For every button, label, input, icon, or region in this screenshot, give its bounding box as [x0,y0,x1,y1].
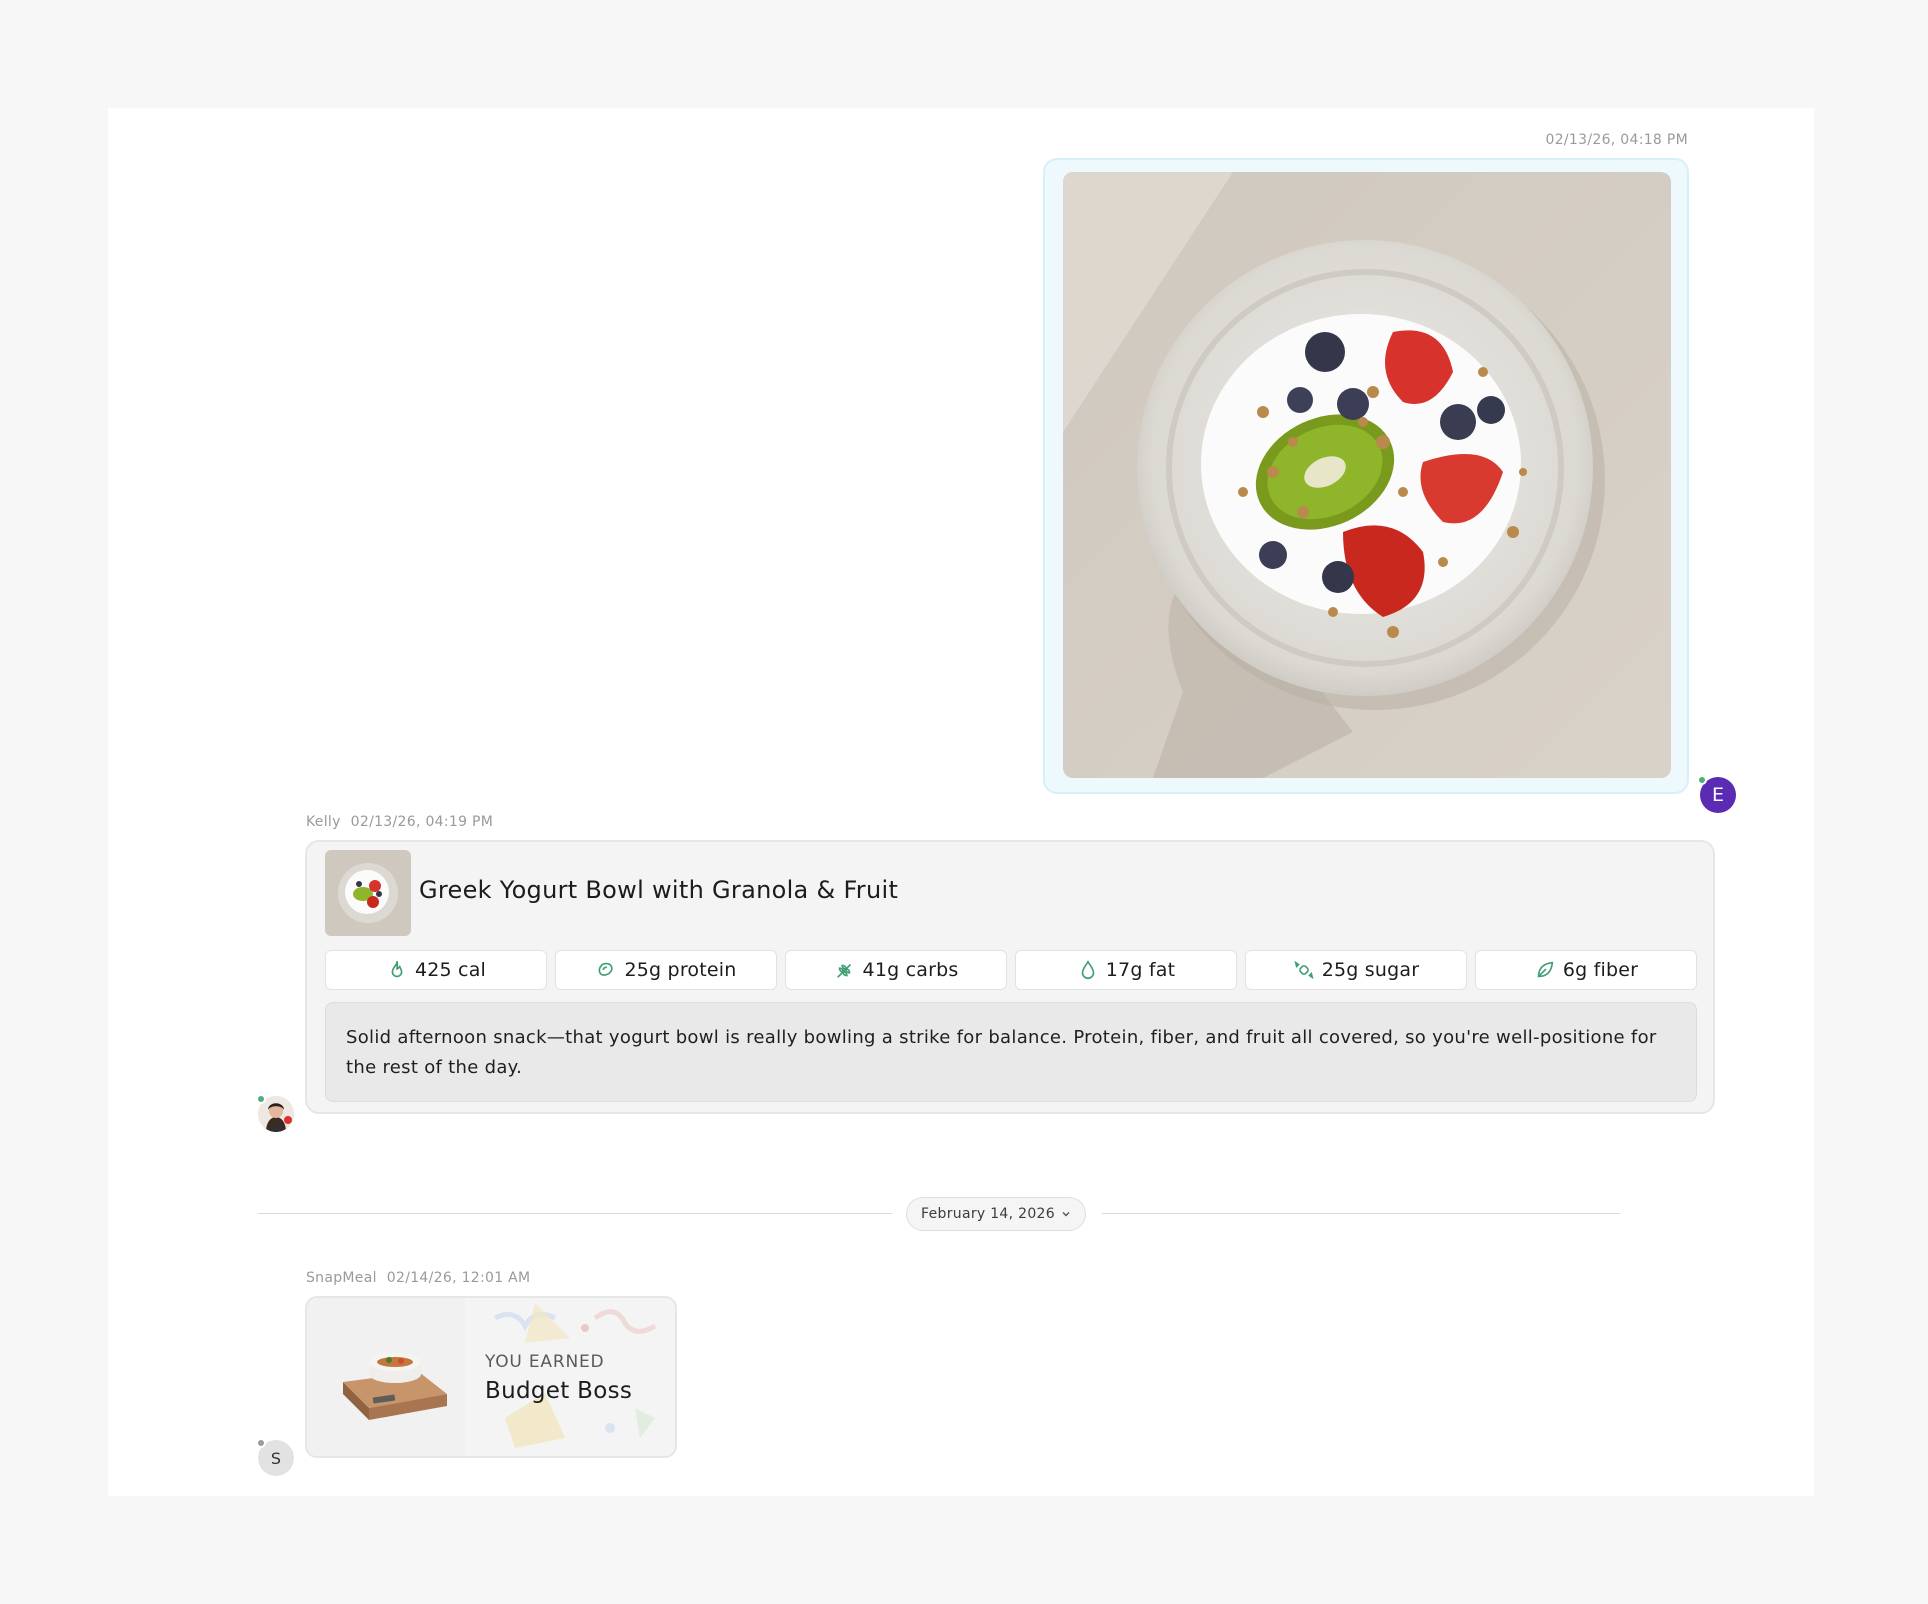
sender-name: Kelly [306,814,341,830]
divider-line [1102,1213,1620,1214]
award-badge-image [307,1298,465,1456]
nutrient-chip-fat: 17g fat [1015,950,1237,990]
leaf-icon [1537,961,1554,978]
meal-analysis-card[interactable]: Greek Yogurt Bowl with Granola & Fruit 4… [305,840,1715,1114]
online-status-dot [256,1094,266,1104]
protein-icon [599,962,614,976]
chat-panel: 02/13/26, 04:18 PM E Kelly 02/13/26, 04:… [108,108,1814,1496]
message-timestamp: 02/14/26, 12:01 AM [386,1270,531,1286]
nutrient-chip-protein: 25g protein [555,950,777,990]
message-timestamp: 02/13/26, 04:19 PM [350,814,494,830]
droplet-icon [1081,960,1095,979]
award-card[interactable]: YOU EARNED Budget Boss [305,1296,677,1458]
nutrient-chips: 425 cal 25g protein 41g carbs 17g fat 25… [325,950,1697,990]
nutrient-label: 6g fiber [1562,959,1639,981]
date-divider-button[interactable]: February 14, 2026 [906,1197,1086,1231]
flame-icon [391,960,403,978]
wheat-icon [836,963,851,978]
nutrient-label: 41g carbs [862,959,959,981]
nutrient-chip-carbs: 41g carbs [785,950,1007,990]
nutrient-label: 25g sugar [1321,959,1420,981]
nutrient-chip-fiber: 6g fiber [1475,950,1697,990]
nutrient-label: 25g protein [624,959,737,981]
message-meta: SnapMeal 02/14/26, 12:01 AM [306,1270,530,1286]
message-meta: Kelly 02/13/26, 04:19 PM [306,814,493,830]
image-message-bubble[interactable] [1043,158,1689,794]
date-label: February 14, 2026 [921,1206,1055,1222]
meal-thumbnail [325,850,411,936]
message-timestamp: 02/13/26, 04:18 PM [1545,132,1688,148]
meal-photo[interactable] [1063,172,1671,778]
chevron-down-icon [1062,1212,1070,1217]
meal-title: Greek Yogurt Bowl with Granola & Fruit [419,876,899,904]
offline-status-dot [256,1438,266,1448]
online-status-dot [1697,775,1707,785]
award-title: Budget Boss [485,1378,633,1404]
nutrient-label: 17g fat [1105,959,1176,981]
coach-note: Solid afternoon snack—that yogurt bowl i… [325,1002,1697,1102]
nutrient-label: 425 cal [414,959,487,981]
candy-icon [1294,960,1314,980]
nutrient-chip-calories: 425 cal [325,950,547,990]
sender-name: SnapMeal [306,1270,377,1286]
avatar-initial: S [270,1448,282,1468]
award-kicker: YOU EARNED [485,1352,605,1372]
nutrient-chip-sugar: 25g sugar [1245,950,1467,990]
divider-line [258,1213,892,1214]
avatar-initial: E [1711,784,1724,806]
